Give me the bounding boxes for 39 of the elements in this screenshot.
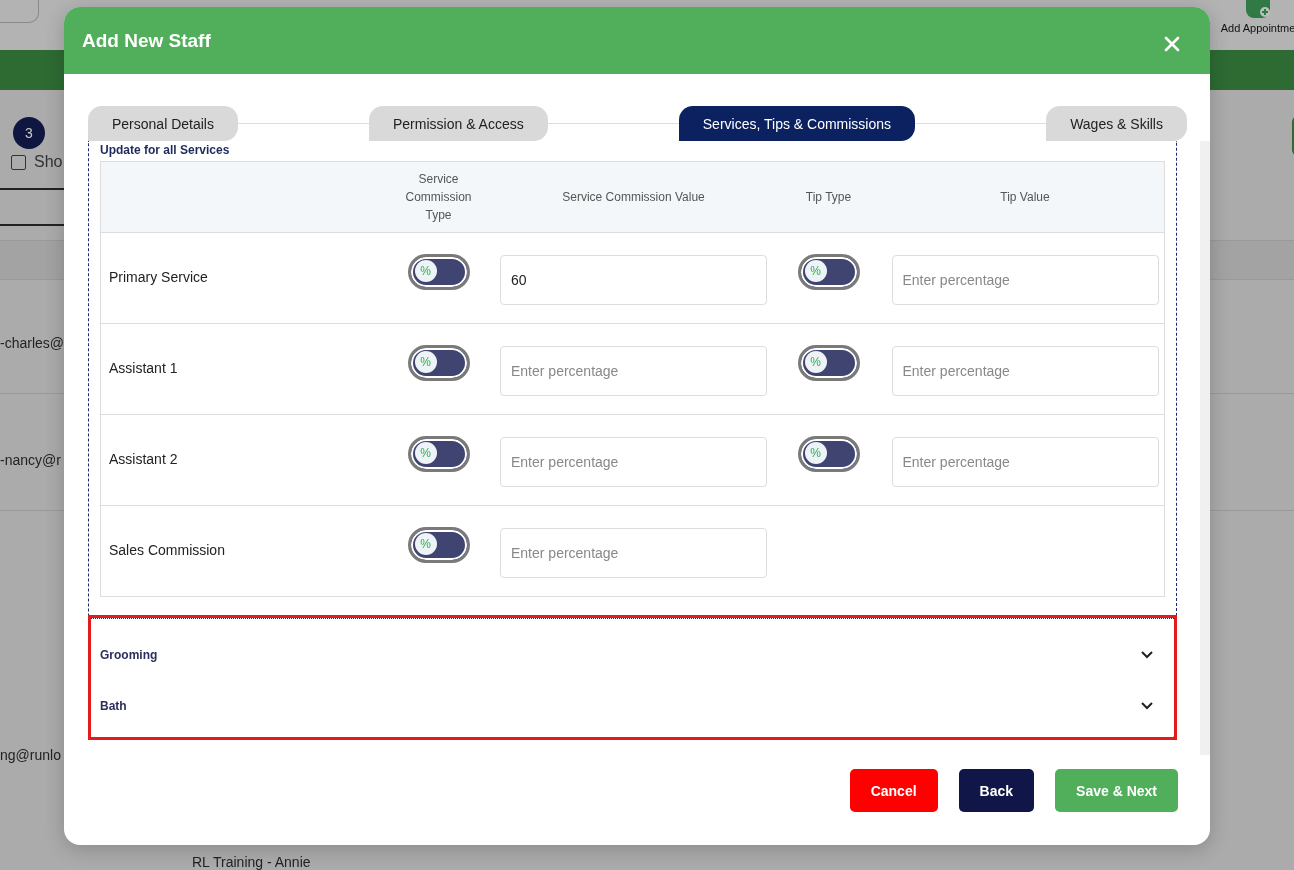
row-label: Assistant 2	[108, 451, 179, 467]
close-button[interactable]	[1164, 35, 1180, 52]
percentage-field[interactable]: Enter percentage	[891, 346, 1159, 396]
column-header: Tip Type	[804, 189, 853, 206]
section-title: Update for all Services	[100, 143, 231, 159]
chevron-icon	[1140, 701, 1154, 710]
percentage-field[interactable]: 60	[500, 255, 767, 305]
percentage-field[interactable]: Enter percentage	[891, 255, 1159, 305]
percentage-field[interactable]: Enter percentage	[500, 528, 767, 578]
email-text: -charles@	[0, 335, 64, 351]
column-header: Service Commission Type	[404, 171, 473, 224]
category-row[interactable]: Bath	[100, 680, 1154, 731]
action-button[interactable]: Cancel	[849, 769, 938, 812]
scrollbar[interactable]	[1200, 141, 1210, 755]
email-text: ng@runlo	[0, 747, 61, 763]
trainer-name: RL Training - Annie	[192, 854, 311, 870]
count-badge: 3	[13, 117, 45, 149]
checkbox-label: Sho	[34, 153, 63, 171]
percentage-field[interactable]: Enter percentage	[500, 437, 767, 487]
row-label: Assistant 1	[108, 360, 179, 376]
dialog-title: Add New Staff	[82, 29, 211, 52]
step-tab[interactable]: Permission & Access	[369, 106, 548, 141]
chevron-icon	[1140, 650, 1154, 659]
search-field[interactable]	[0, 0, 39, 23]
step-tab[interactable]: Personal Details	[88, 106, 238, 141]
step-tab[interactable]: Wages & Skills	[1046, 106, 1187, 141]
toolbar-label[interactable]: Add Appointme	[1220, 22, 1294, 34]
calendar-plus-icon[interactable]	[1243, 0, 1273, 20]
column-header: Service Commission Value	[561, 189, 706, 206]
checkbox[interactable]	[11, 154, 26, 170]
category-row[interactable]: Grooming	[100, 629, 1154, 680]
step-tab[interactable]: Services, Tips & Commissions	[678, 106, 916, 141]
row-label: Primary Service	[108, 269, 209, 285]
email-text: -nancy@r	[0, 452, 61, 468]
percentage-field[interactable]: Enter percentage	[500, 346, 767, 396]
column-header: Tip Value	[999, 189, 1051, 206]
action-button[interactable]: Back	[958, 769, 1035, 812]
row-label: Sales Commission	[108, 542, 226, 558]
percentage-field[interactable]: Enter percentage	[891, 437, 1159, 487]
